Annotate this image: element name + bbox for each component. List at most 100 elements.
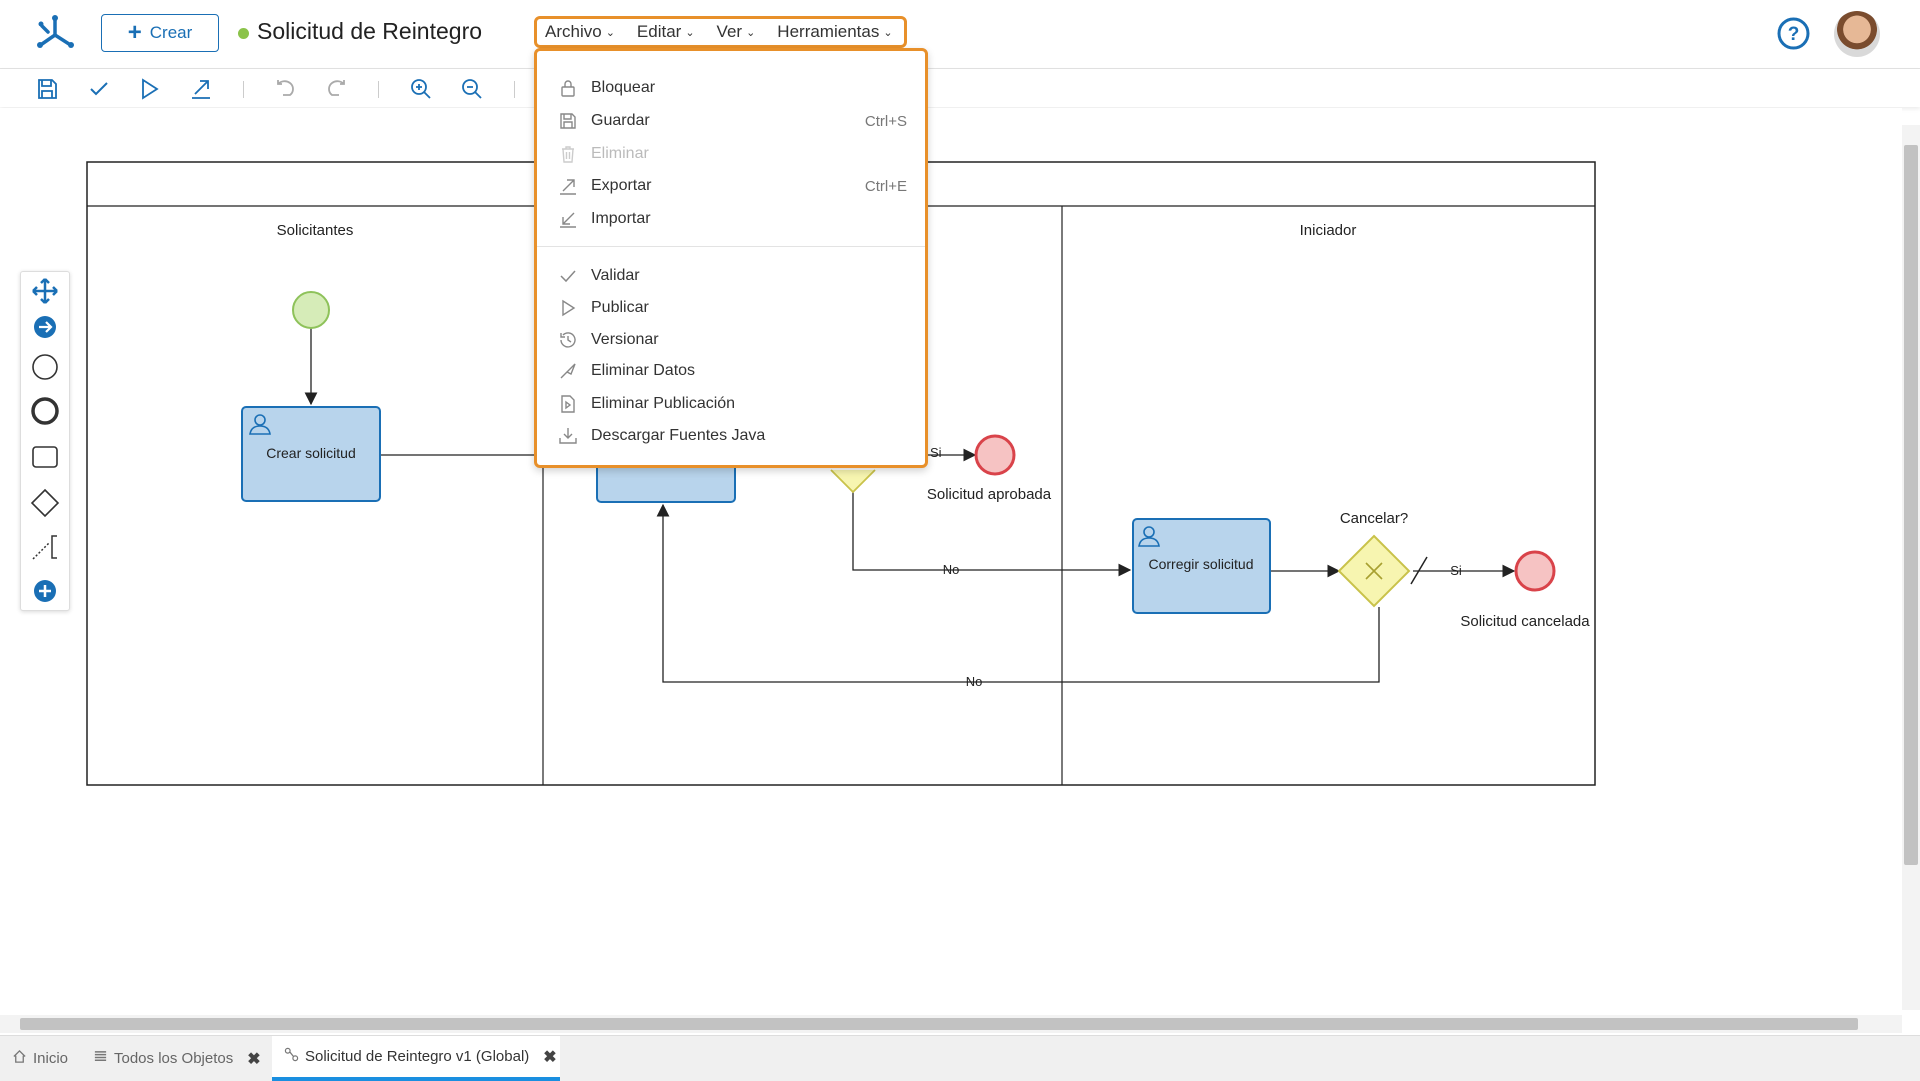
menu-item-shortcut: Ctrl+E	[864, 177, 907, 195]
home-icon	[12, 1049, 27, 1068]
svg-text:?: ?	[1788, 24, 1800, 45]
element-palette	[20, 271, 70, 611]
tab-todos-los-objetos[interactable]: Todos los Objetos ✖	[93, 1036, 261, 1081]
export-icon[interactable]	[189, 77, 213, 101]
menu-item-importar[interactable]: Importar	[557, 205, 907, 233]
end-event-approved[interactable]	[974, 434, 1016, 476]
menu-item-label: Publicar	[591, 299, 649, 316]
end-event-icon[interactable]	[30, 396, 60, 426]
app-header: + Crear Solicitud de Reintegro Archivo ⌄ …	[0, 0, 1920, 69]
menu-item-bloquear[interactable]: Bloquear	[557, 74, 907, 102]
menu-bar: Archivo ⌄ Editar ⌄ Ver ⌄ Herramientas ⌄	[534, 16, 907, 48]
menu-item-label: Versionar	[591, 331, 659, 348]
eraser-icon	[557, 360, 579, 382]
menu-item-shortcut: Ctrl+S	[864, 112, 907, 130]
start-event[interactable]	[292, 291, 330, 329]
connect-icon[interactable]	[30, 312, 60, 342]
document-title: Solicitud de Reintegro	[257, 18, 483, 44]
end-event-label: Solicitud cancelada	[1460, 613, 1590, 630]
start-event-icon[interactable]	[30, 352, 60, 382]
tab-inicio[interactable]: Inicio	[12, 1036, 68, 1081]
create-button-label: Crear	[149, 23, 193, 42]
menu-item-label: Importar	[591, 210, 651, 227]
menu-item-label: Exportar	[591, 177, 652, 194]
menu-editar-label: Editar	[636, 22, 682, 41]
help-icon[interactable]: ?	[1777, 17, 1810, 50]
tab-label: Solicitud de Reintegro v1 (Global)	[305, 1048, 530, 1065]
gateway-hidden[interactable]	[830, 469, 876, 494]
toolbar-separator	[514, 81, 515, 98]
menu-editar[interactable]: Editar ⌄	[637, 22, 695, 42]
menu-herramientas[interactable]: Herramientas ⌄	[777, 22, 892, 42]
status-dot	[238, 28, 249, 39]
vertical-scrollbar[interactable]	[1902, 125, 1920, 1010]
close-icon[interactable]: ✖	[543, 1047, 556, 1067]
validate-icon[interactable]	[87, 77, 111, 101]
process-diagram: Solicitantes Iniciador No Si Si No Crear…	[86, 161, 1596, 786]
move-icon[interactable]	[30, 276, 60, 306]
flow-label: Si	[1450, 563, 1462, 578]
lane-label: Solicitantes	[277, 222, 354, 239]
menu-item-descargar-fuentes[interactable]: Descargar Fuentes Java	[557, 422, 907, 450]
process-icon	[284, 1047, 299, 1066]
publish-icon[interactable]	[137, 77, 161, 101]
tab-solicitud-de-reintegro[interactable]: Solicitud de Reintegro v1 (Global) ✖	[272, 1036, 560, 1081]
diagram-canvas[interactable]: Solicitantes Iniciador No Si Si No Crear…	[0, 108, 1902, 1015]
archivo-dropdown: Bloquear Guardar Ctrl+S Eliminar Exporta…	[534, 48, 928, 468]
flow-label: Si	[930, 445, 942, 460]
play-icon	[557, 297, 579, 319]
tab-label: Inicio	[33, 1050, 69, 1067]
zoom-out-icon[interactable]	[460, 77, 484, 101]
save-icon	[557, 110, 579, 132]
menu-item-eliminar[interactable]: Eliminar	[557, 140, 907, 168]
user-avatar[interactable]	[1834, 11, 1880, 57]
gateway-label: Cancelar?	[1340, 510, 1408, 527]
task-label: Crear solicitud	[266, 445, 355, 461]
lane-icon[interactable]	[30, 532, 60, 562]
menu-item-validar[interactable]: Validar	[557, 262, 907, 290]
chevron-down-icon: ⌄	[685, 26, 695, 39]
menu-ver[interactable]: Ver ⌄	[717, 22, 756, 42]
toolbar-separator	[243, 81, 244, 98]
import-icon	[557, 208, 579, 230]
scrollbar-thumb[interactable]	[20, 1018, 1858, 1030]
close-icon[interactable]: ✖	[247, 1049, 260, 1069]
chevron-down-icon: ⌄	[746, 26, 756, 39]
menu-item-versionar[interactable]: Versionar	[557, 326, 907, 354]
task-crear-solicitud[interactable]: Crear solicitud	[241, 406, 381, 502]
flow-label: No	[943, 562, 960, 577]
task-corregir-solicitud[interactable]: Corregir solicitud	[1132, 518, 1271, 614]
menu-archivo[interactable]: Archivo ⌄	[545, 22, 615, 42]
save-icon[interactable]	[35, 77, 59, 101]
task-icon[interactable]	[30, 442, 60, 472]
end-event-cancelled[interactable]	[1514, 550, 1556, 592]
create-button[interactable]: + Crear	[101, 14, 219, 52]
undo-icon[interactable]	[274, 77, 298, 101]
menu-item-publicar[interactable]: Publicar	[557, 294, 907, 322]
download-icon	[557, 425, 579, 447]
gateway-icon[interactable]	[30, 488, 60, 518]
menu-archivo-label: Archivo	[545, 22, 602, 41]
task-label: Corregir solicitud	[1148, 556, 1253, 572]
menu-item-guardar[interactable]: Guardar Ctrl+S	[557, 107, 907, 135]
check-icon	[557, 265, 579, 287]
scrollbar-thumb[interactable]	[1904, 145, 1918, 865]
flow-label: No	[966, 674, 983, 689]
end-event-label: Solicitud aprobada	[927, 486, 1052, 503]
gateway-cancelar[interactable]	[1337, 534, 1411, 608]
menu-item-label: Eliminar	[591, 145, 649, 162]
more-icon[interactable]	[30, 576, 60, 606]
app-logo-icon[interactable]	[34, 12, 76, 54]
menu-item-eliminar-publicacion[interactable]: Eliminar Publicación	[557, 390, 907, 418]
zoom-in-icon[interactable]	[409, 77, 433, 101]
trash-icon	[557, 143, 579, 165]
horizontal-scrollbar[interactable]	[0, 1015, 1902, 1033]
menu-item-label: Eliminar Datos	[591, 362, 696, 379]
menu-herramientas-label: Herramientas	[777, 22, 880, 41]
redo-icon[interactable]	[324, 77, 348, 101]
plus-icon: +	[127, 19, 142, 46]
menu-item-eliminar-datos[interactable]: Eliminar Datos	[557, 357, 907, 385]
bottom-tab-bar: Inicio Todos los Objetos ✖ Solicitud de …	[0, 1035, 1920, 1081]
menu-item-exportar[interactable]: Exportar Ctrl+E	[557, 172, 907, 200]
list-icon	[93, 1049, 108, 1068]
